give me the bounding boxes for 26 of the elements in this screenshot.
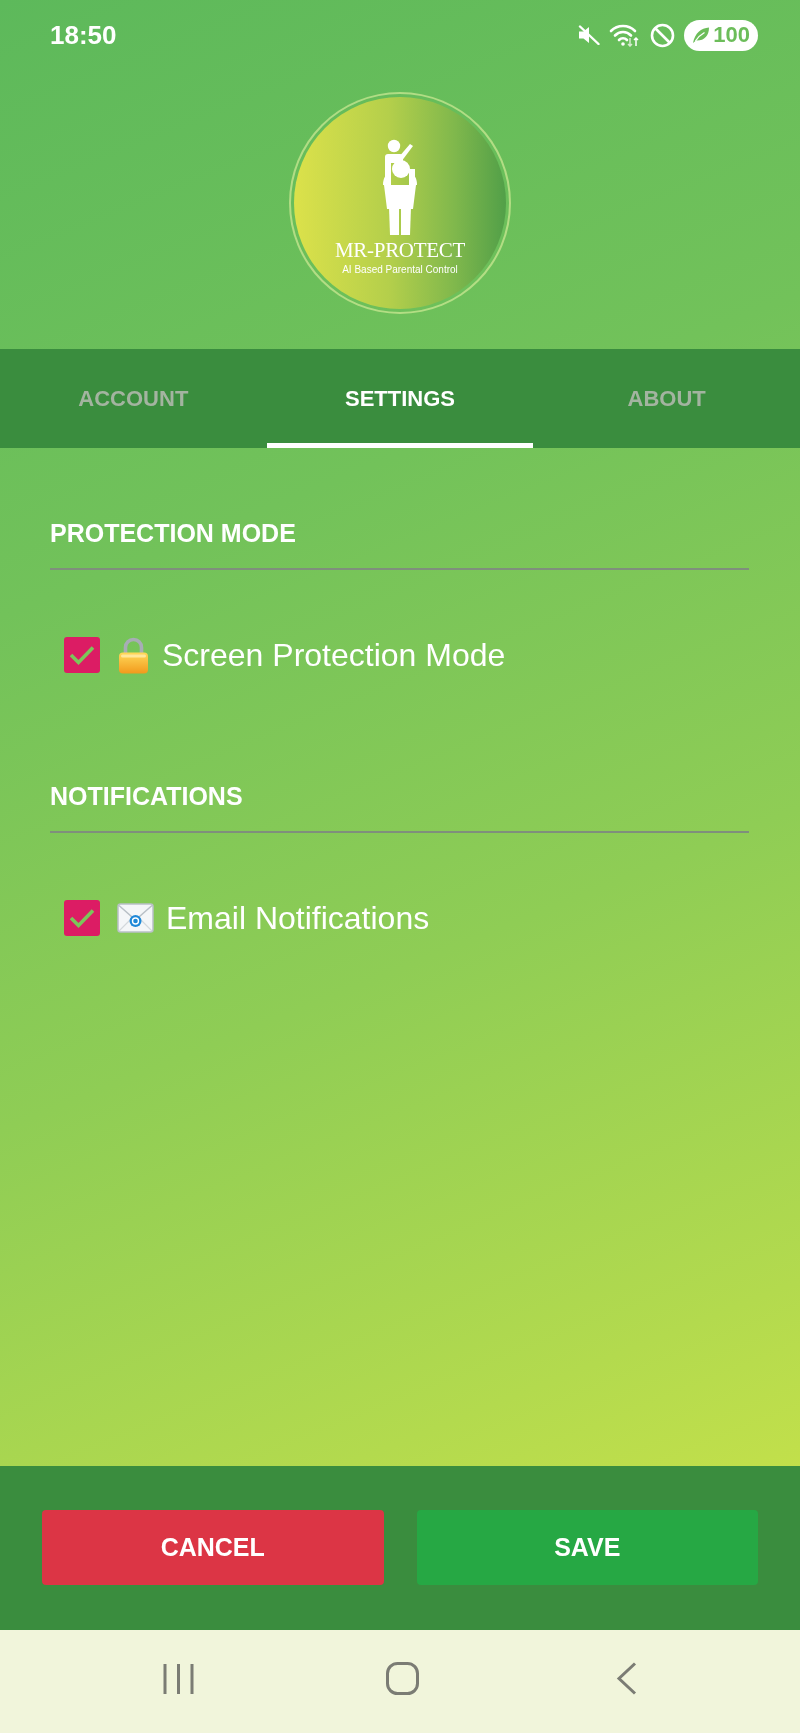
section-heading: NOTIFICATIONS	[50, 781, 244, 811]
recent-apps-icon[interactable]	[162, 1662, 194, 1695]
save-button[interactable]: SAVE	[416, 1510, 758, 1585]
tab[interactable]: ACCOUNT	[0, 349, 267, 448]
tab[interactable]: ABOUT	[533, 349, 800, 448]
leaf-icon	[691, 26, 712, 44]
sound-muted-icon	[578, 25, 601, 45]
do-not-disturb-icon	[650, 22, 676, 48]
status-time: 18:50	[50, 19, 117, 51]
padlock-icon	[117, 636, 150, 674]
logo-tagline: AI Based Parental Control	[342, 264, 458, 277]
logo-title: MR-PROTECT	[335, 239, 465, 263]
checkmark-icon	[69, 907, 95, 929]
envelope-icon	[117, 903, 154, 933]
home-icon[interactable]	[385, 1662, 419, 1695]
checkbox[interactable]	[64, 900, 100, 936]
option-label: Screen Protection Mode	[162, 636, 506, 674]
parent-carrying-child-icon	[381, 139, 419, 235]
checkbox[interactable]	[64, 637, 100, 673]
tab[interactable]: SETTINGS	[266, 349, 534, 448]
option-label: Email Notifications	[166, 899, 430, 937]
cancel-button[interactable]: CANCEL	[42, 1510, 384, 1585]
back-icon[interactable]	[615, 1662, 637, 1695]
section-heading: PROTECTION MODE	[50, 518, 297, 548]
checkmark-icon	[69, 644, 95, 666]
battery-level: 100	[713, 22, 750, 48]
